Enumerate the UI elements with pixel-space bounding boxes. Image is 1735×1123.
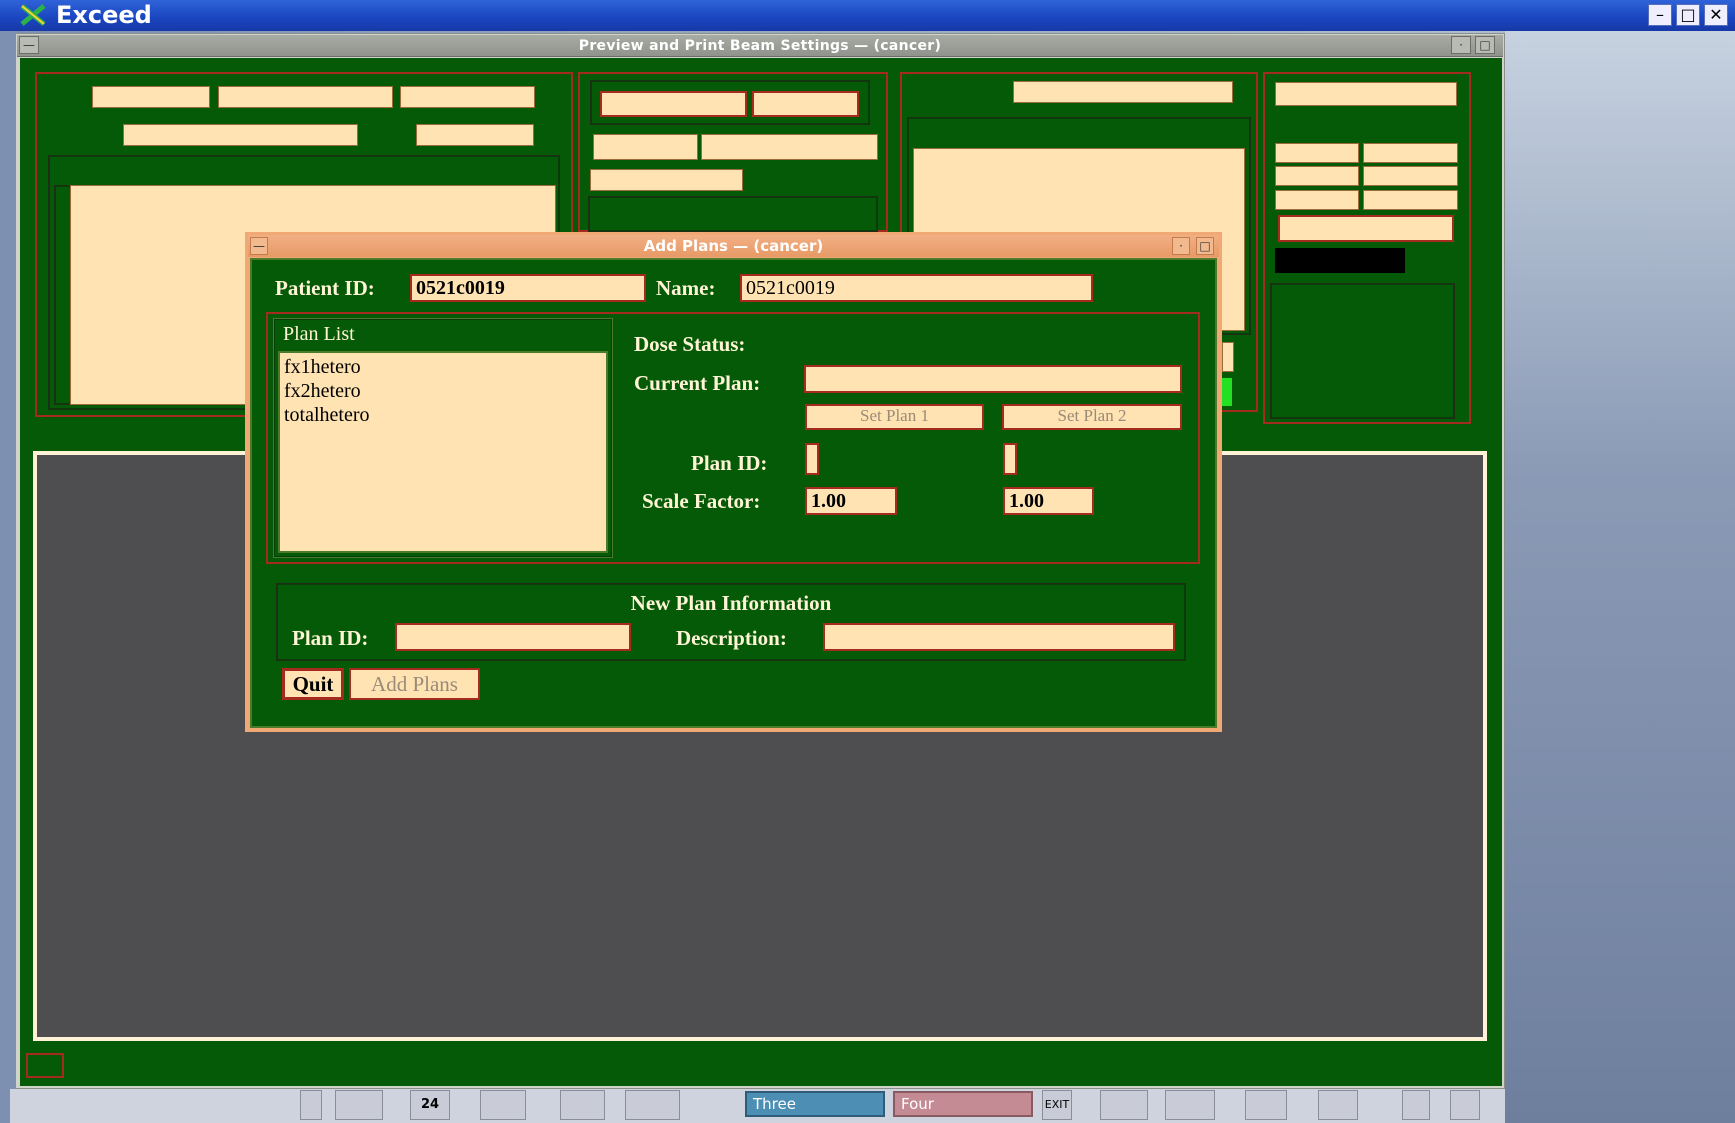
scale-factor-label: Scale Factor: bbox=[642, 489, 761, 513]
settings-field-3[interactable] bbox=[593, 134, 698, 160]
maximize-button[interactable]: □ bbox=[1676, 4, 1700, 26]
print-field-3[interactable] bbox=[1363, 143, 1458, 163]
workspace-four-button[interactable]: Four bbox=[893, 1091, 1033, 1117]
dose-status-label: Dose Status: bbox=[634, 332, 746, 356]
desktop-background bbox=[1505, 31, 1735, 1123]
status-indicator bbox=[1222, 378, 1232, 406]
set-plan-1-button[interactable]: Set Plan 1 bbox=[805, 404, 984, 430]
trash-icon[interactable] bbox=[1402, 1090, 1430, 1120]
window-list-icon[interactable] bbox=[1245, 1090, 1287, 1120]
window-minimize-icon[interactable]: · bbox=[1451, 36, 1471, 54]
settings-subframe-2 bbox=[588, 196, 878, 232]
new-plan-id-label: Plan ID: bbox=[292, 626, 369, 650]
patient-field-3[interactable] bbox=[400, 86, 535, 108]
plan-id-1-field[interactable] bbox=[805, 443, 819, 475]
add-plans-button[interactable]: Add Plans bbox=[349, 668, 480, 700]
current-plan-field[interactable] bbox=[804, 365, 1182, 393]
taskbar-handle-right[interactable] bbox=[1450, 1090, 1480, 1120]
corner-indicator bbox=[26, 1053, 64, 1078]
print-field-2[interactable] bbox=[1275, 143, 1359, 163]
close-button[interactable]: ✕ bbox=[1704, 4, 1728, 26]
printer-2-icon[interactable] bbox=[1100, 1090, 1148, 1120]
plan-list-label: Plan List bbox=[283, 323, 355, 345]
set-plan-2-button[interactable]: Set Plan 2 bbox=[1002, 404, 1182, 430]
patient-id-label: Patient ID: bbox=[275, 276, 375, 300]
quit-button[interactable]: Quit bbox=[282, 668, 344, 700]
plan-list-item[interactable]: fx1hetero bbox=[280, 355, 606, 379]
print-field-8[interactable] bbox=[1278, 215, 1454, 242]
dialog-minimize-icon[interactable]: · bbox=[1172, 237, 1190, 255]
exceed-titlebar bbox=[0, 0, 1735, 31]
patient-field-2[interactable] bbox=[218, 86, 393, 108]
plan-list[interactable]: fx1hetero fx2hetero totalhetero bbox=[278, 351, 608, 553]
name-label: Name: bbox=[656, 276, 716, 300]
dialog-maximize-icon[interactable]: □ bbox=[1196, 237, 1214, 255]
print-field-5[interactable] bbox=[1363, 166, 1458, 186]
exceed-logo-icon bbox=[20, 3, 46, 27]
scale-factor-2-field[interactable]: 1.00 bbox=[1003, 487, 1094, 515]
plan-list-item[interactable]: fx2hetero bbox=[280, 379, 606, 403]
description-label: Description: bbox=[676, 626, 787, 650]
dialog-title: Add Plans — (cancer) bbox=[643, 237, 824, 255]
mailbox-icon[interactable] bbox=[480, 1090, 526, 1120]
new-plan-header: New Plan Information bbox=[630, 591, 832, 615]
app-title: Exceed bbox=[56, 1, 152, 29]
preview-slider[interactable] bbox=[1222, 342, 1234, 372]
print-field-7[interactable] bbox=[1363, 190, 1458, 210]
patient-field-1[interactable] bbox=[92, 86, 210, 108]
current-plan-label: Current Plan: bbox=[634, 371, 761, 395]
settings-field-1[interactable] bbox=[600, 91, 747, 117]
name-field[interactable]: 0521c0019 bbox=[740, 274, 1093, 302]
fonts-icon[interactable] bbox=[1165, 1090, 1215, 1120]
calendar-icon[interactable]: 24 bbox=[410, 1090, 450, 1120]
clock-icon[interactable] bbox=[335, 1090, 383, 1120]
workspace-three-button[interactable]: Three bbox=[745, 1091, 885, 1117]
plan-id-label: Plan ID: bbox=[691, 451, 768, 475]
description-field[interactable] bbox=[823, 623, 1175, 651]
main-window-titlebar[interactable]: — Preview and Print Beam Settings — (can… bbox=[17, 35, 1503, 57]
patient-id-field[interactable]: 0521c0019 bbox=[410, 274, 646, 302]
window-maximize-icon[interactable]: □ bbox=[1475, 36, 1495, 54]
color-swatch bbox=[1275, 248, 1405, 273]
patient-field-4[interactable] bbox=[123, 124, 358, 146]
print-field-4[interactable] bbox=[1275, 166, 1359, 186]
dialog-titlebar[interactable]: — Add Plans — (cancer) · □ bbox=[248, 235, 1219, 257]
plan-id-2-field[interactable] bbox=[1003, 443, 1017, 475]
settings-field-4[interactable] bbox=[701, 134, 878, 160]
settings-field-2[interactable] bbox=[752, 91, 859, 117]
scale-factor-1-field[interactable]: 1.00 bbox=[805, 487, 897, 515]
print-field-6[interactable] bbox=[1275, 190, 1359, 210]
taskbar-handle[interactable] bbox=[300, 1090, 322, 1120]
settings-field-5[interactable] bbox=[590, 169, 743, 191]
new-plan-id-field[interactable] bbox=[395, 623, 631, 651]
pencil-icon[interactable] bbox=[560, 1090, 605, 1120]
patient-field-5[interactable] bbox=[416, 124, 534, 146]
exit-button[interactable]: EXIT bbox=[1042, 1090, 1072, 1120]
plan-list-item[interactable]: totalhetero bbox=[280, 403, 606, 427]
printer-icon[interactable] bbox=[625, 1090, 680, 1120]
preview-field[interactable] bbox=[1013, 81, 1233, 103]
minimize-button[interactable]: – bbox=[1648, 4, 1672, 26]
main-window-title: Preview and Print Beam Settings — (cance… bbox=[578, 38, 942, 54]
print-field-1[interactable] bbox=[1275, 82, 1457, 106]
help-books-icon[interactable] bbox=[1318, 1090, 1358, 1120]
print-subframe bbox=[1270, 283, 1455, 419]
